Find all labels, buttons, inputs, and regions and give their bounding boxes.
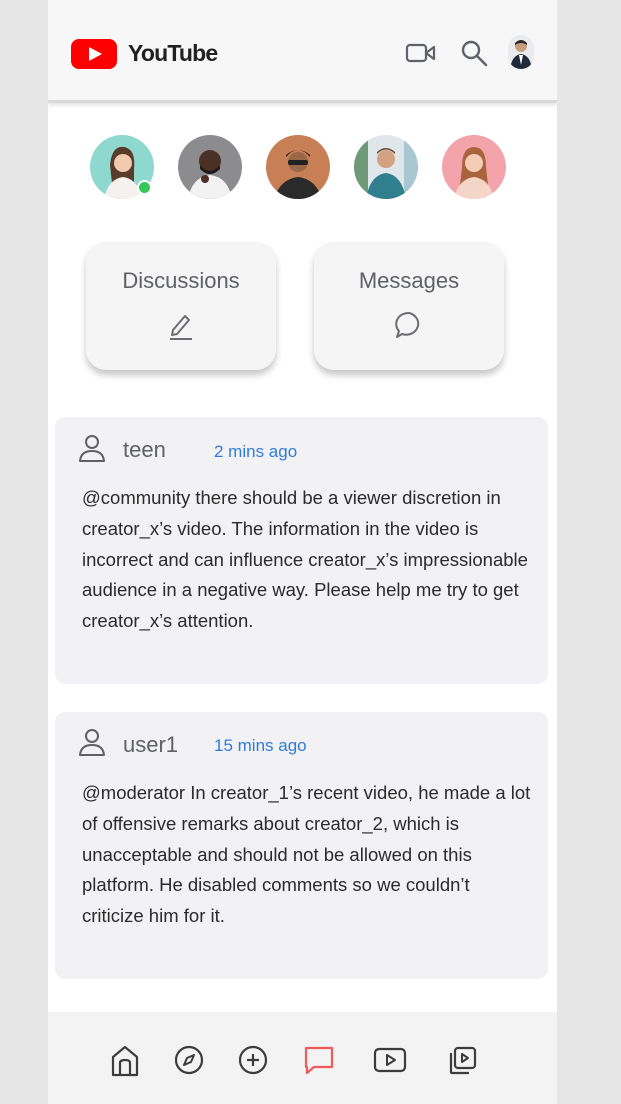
discussions-label: Discussions bbox=[122, 268, 240, 293]
avatar[interactable] bbox=[508, 35, 534, 69]
user-icon bbox=[77, 727, 107, 757]
post-card[interactable]: teen 2 mins ago @community there should … bbox=[55, 417, 548, 684]
online-status-indicator bbox=[137, 180, 152, 195]
chat-bubble-icon bbox=[392, 308, 426, 342]
messages-label: Messages bbox=[358, 268, 460, 293]
story-avatar-3[interactable] bbox=[266, 135, 330, 199]
messages-card[interactable]: Messages bbox=[314, 242, 504, 370]
post-username[interactable]: user1 bbox=[123, 732, 178, 758]
library-icon[interactable] bbox=[445, 1042, 479, 1078]
post-body: @community there should be a viewer disc… bbox=[82, 487, 528, 632]
add-circle-icon[interactable] bbox=[236, 1042, 270, 1078]
video-camera-icon[interactable] bbox=[404, 36, 438, 70]
post-timestamp: 15 mins ago bbox=[214, 736, 307, 755]
story-avatar-2[interactable] bbox=[178, 135, 242, 199]
home-icon[interactable] bbox=[108, 1042, 142, 1078]
phone-screen: YouTube Discussions Messages teen 2 mins… bbox=[48, 0, 557, 1104]
post-timestamp: 2 mins ago bbox=[214, 442, 298, 461]
pencil-icon bbox=[164, 308, 198, 342]
discussions-card[interactable]: Discussions bbox=[86, 242, 276, 370]
youtube-logo-icon[interactable] bbox=[71, 39, 117, 69]
video-play-icon[interactable] bbox=[373, 1042, 407, 1078]
post-card[interactable]: user1 15 mins ago @moderator In creator_… bbox=[55, 712, 548, 979]
app-title[interactable]: YouTube bbox=[128, 40, 218, 67]
bottom-nav bbox=[48, 1012, 557, 1104]
app-header: YouTube bbox=[48, 0, 557, 103]
post-username[interactable]: teen bbox=[123, 437, 166, 463]
user-icon bbox=[77, 433, 107, 463]
chat-icon[interactable] bbox=[302, 1042, 336, 1078]
explore-compass-icon[interactable] bbox=[172, 1042, 206, 1078]
story-avatar-5[interactable] bbox=[442, 135, 506, 199]
search-icon[interactable] bbox=[457, 36, 491, 70]
post-body: @moderator In creator_1’s recent video, … bbox=[82, 782, 531, 927]
story-avatar-4[interactable] bbox=[354, 135, 418, 199]
